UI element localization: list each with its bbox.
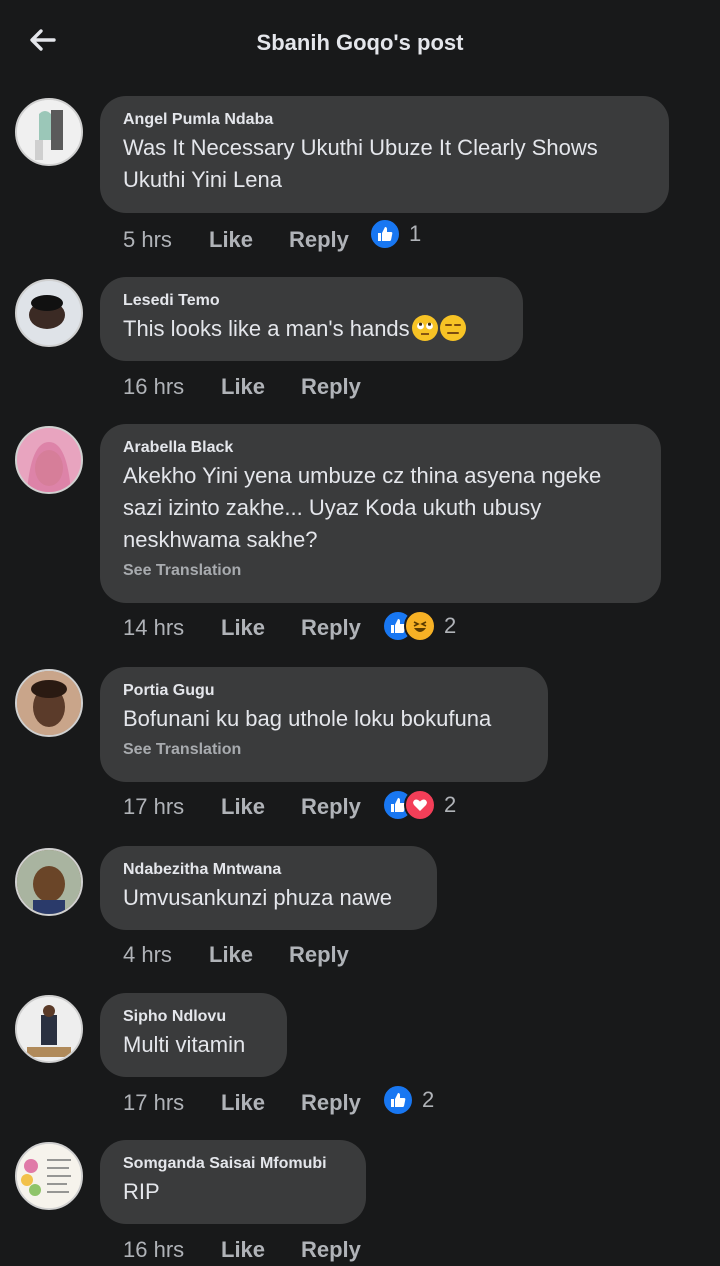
reaction-summary[interactable]: 2 <box>382 1084 434 1116</box>
like-button[interactable]: Like <box>209 942 289 968</box>
expressionless-emoji <box>439 315 466 341</box>
see-translation-link[interactable]: See Translation <box>123 562 639 580</box>
like-icon <box>369 218 401 250</box>
reply-button[interactable]: Reply <box>301 1090 361 1116</box>
comment-actions: 17 hrs Like Reply <box>123 1089 361 1119</box>
reaction-summary[interactable]: 1 <box>369 218 421 250</box>
comment-actions: 4 hrs Like Reply <box>123 941 349 971</box>
avatar[interactable] <box>15 848 83 916</box>
comment-author[interactable]: Ndabezitha Mntwana <box>123 860 415 880</box>
comment-text: Bofunani ku bag uthole loku bokufuna <box>123 706 492 731</box>
comment-actions: 17 hrs Like Reply <box>123 793 361 823</box>
comment-text: Akekho Yini yena umbuze cz thina asyena … <box>123 463 602 552</box>
comment-time: 16 hrs <box>123 374 185 400</box>
avatar[interactable] <box>15 426 83 494</box>
comment-author[interactable]: Sipho Ndlovu <box>123 1007 265 1027</box>
eye-roll-emoji <box>411 315 438 341</box>
comment-author[interactable]: Portia Gugu <box>123 681 526 701</box>
comment-bubble[interactable]: Portia Gugu Bofunani ku bag uthole loku … <box>100 667 548 782</box>
comment-author[interactable]: Angel Pumla Ndaba <box>123 110 647 130</box>
comment-actions: 16 hrs Like Reply <box>123 373 361 403</box>
comment-actions: 5 hrs Like Reply <box>123 226 349 256</box>
top-bar: Sbanih Goqo's post <box>0 0 720 86</box>
comment-bubble[interactable]: Angel Pumla Ndaba Was It Necessary Ukuth… <box>100 96 669 213</box>
comment-bubble[interactable]: Lesedi Temo This looks like a man's hand… <box>100 277 523 361</box>
page-title: Sbanih Goqo's post <box>256 30 464 55</box>
like-button[interactable]: Like <box>221 1090 301 1116</box>
comment-bubble[interactable]: Ndabezitha Mntwana Umvusankunzi phuza na… <box>100 846 437 930</box>
avatar[interactable] <box>15 1142 83 1210</box>
comment-actions: 14 hrs Like Reply <box>123 614 361 644</box>
comment-time: 16 hrs <box>123 1237 185 1263</box>
comment-time: 14 hrs <box>123 615 185 641</box>
reply-button[interactable]: Reply <box>289 942 349 968</box>
avatar[interactable] <box>15 279 83 347</box>
comment-text: Umvusankunzi phuza nawe <box>123 885 393 910</box>
comment-text: Multi vitamin <box>123 1032 246 1057</box>
like-button[interactable]: Like <box>221 615 301 641</box>
see-translation-link[interactable]: See Translation <box>123 741 526 759</box>
avatar[interactable] <box>15 98 83 166</box>
reply-button[interactable]: Reply <box>301 374 361 400</box>
comment-time: 17 hrs <box>123 1090 185 1116</box>
reaction-count: 1 <box>409 221 422 246</box>
like-button[interactable]: Like <box>221 374 301 400</box>
comment-time: 4 hrs <box>123 942 172 968</box>
love-icon <box>404 789 436 821</box>
comment-bubble[interactable]: Sipho Ndlovu Multi vitamin <box>100 993 287 1077</box>
comment-text: Was It Necessary Ukuthi Ubuze It Clearly… <box>123 135 598 192</box>
reaction-summary[interactable]: 2 <box>382 610 456 642</box>
like-button[interactable]: Like <box>221 794 301 820</box>
comment-text-content: This looks like a man's hands <box>123 316 410 341</box>
like-icon <box>382 1084 414 1116</box>
comment-author[interactable]: Lesedi Temo <box>123 291 501 311</box>
comment-bubble[interactable]: Somganda Saisai Mfomubi RIP <box>100 1140 366 1224</box>
comment-time: 5 hrs <box>123 227 172 253</box>
reaction-count: 2 <box>422 1087 435 1112</box>
reaction-count: 2 <box>444 613 457 638</box>
avatar[interactable] <box>15 995 83 1063</box>
like-button[interactable]: Like <box>221 1237 301 1263</box>
comment-author[interactable]: Somganda Saisai Mfomubi <box>123 1154 344 1174</box>
comment-time: 17 hrs <box>123 794 185 820</box>
haha-icon <box>404 610 436 642</box>
reply-button[interactable]: Reply <box>301 794 361 820</box>
comment-bubble[interactable]: Arabella Black Akekho Yini yena umbuze c… <box>100 424 661 603</box>
like-button[interactable]: Like <box>209 227 289 253</box>
reaction-summary[interactable]: 2 <box>382 789 456 821</box>
reply-button[interactable]: Reply <box>301 1237 361 1263</box>
comment-text: RIP <box>123 1179 160 1204</box>
avatar[interactable] <box>15 669 83 737</box>
reaction-count: 2 <box>444 792 457 817</box>
reply-button[interactable]: Reply <box>289 227 349 253</box>
reply-button[interactable]: Reply <box>301 615 361 641</box>
comment-text: This looks like a man's hands <box>123 313 501 345</box>
comment-author[interactable]: Arabella Black <box>123 438 639 458</box>
